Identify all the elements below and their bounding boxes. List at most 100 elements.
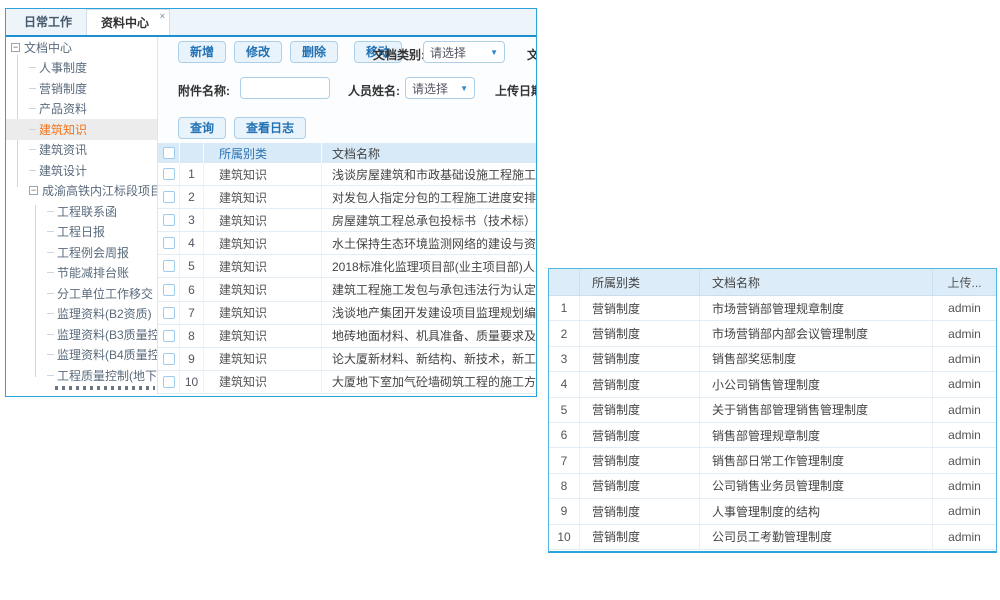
row-number: 8: [549, 474, 580, 498]
row-number: 4: [549, 372, 580, 396]
collapse-icon[interactable]: −: [29, 186, 38, 195]
tree-item[interactable]: − 成渝高铁内江标段项目: [6, 181, 157, 202]
table-row[interactable]: 7 营销制度 销售部日常工作管理制度 admin: [549, 448, 996, 473]
add-button[interactable]: 新增: [178, 41, 226, 63]
row-checkbox-cell: [158, 302, 180, 324]
tree-item[interactable]: 建筑资讯: [6, 140, 157, 161]
chevron-down-icon: ▼: [490, 48, 498, 57]
table-row[interactable]: 9 建筑知识 论大厦新材料、新结构、新技术，新工...: [158, 348, 536, 371]
table-header-row: 所属别类 文档名称: [158, 143, 536, 163]
clipped-doc-label: 文档: [527, 46, 536, 63]
table-row[interactable]: 3 建筑知识 房屋建筑工程总承包投标书（技术标）...: [158, 209, 536, 232]
row-checkbox[interactable]: [163, 307, 175, 319]
window-body: − 文档中心 人事制度 营销制度 产品资料: [6, 37, 536, 394]
tree-item[interactable]: 工程日报: [6, 222, 157, 243]
table-row[interactable]: 3 营销制度 销售部奖惩制度 admin: [549, 347, 996, 372]
row-doc-name: 销售部日常工作管理制度: [700, 448, 933, 472]
table-row[interactable]: 9 营销制度 人事管理制度的结构 admin: [549, 499, 996, 524]
row-uploader: admin: [933, 474, 996, 498]
row-checkbox-cell: [158, 325, 180, 347]
row-checkbox[interactable]: [163, 353, 175, 365]
person-name-select[interactable]: 请选择 ▼: [405, 77, 475, 99]
tab-daily-work[interactable]: 日常工作: [10, 9, 86, 35]
row-checkbox[interactable]: [163, 168, 175, 180]
row-checkbox[interactable]: [163, 284, 175, 296]
row-category: 建筑知识: [204, 186, 322, 208]
row-doc-name: 人事管理制度的结构: [700, 499, 933, 523]
table-row[interactable]: 2 建筑知识 对发包人指定分包的工程施工进度安排...: [158, 186, 536, 209]
tree-item-label: 分工单位工作移交: [57, 285, 153, 302]
row-category: 营销制度: [580, 398, 700, 422]
tree-item-label: 工程联系函: [57, 203, 117, 220]
row-doc-name: 销售部奖惩制度: [700, 347, 933, 371]
tree-item[interactable]: 监理资料(B4质量控制): [6, 345, 157, 366]
table-row[interactable]: 6 建筑知识 建筑工程施工发包与承包违法行为认定...: [158, 278, 536, 301]
row-doc-name: 2018标准化监理项目部(业主项目部)人员...: [322, 255, 536, 277]
row-checkbox[interactable]: [163, 376, 175, 388]
tab-bar: 日常工作 资料中心 ×: [6, 9, 536, 37]
doc-category-select[interactable]: 请选择 ▼: [423, 41, 505, 63]
tree-item-label: 人事制度: [39, 59, 87, 76]
tab-data-center[interactable]: 资料中心 ×: [86, 9, 170, 35]
table-row[interactable]: 5 营销制度 关于销售部管理销售管理制度 admin: [549, 398, 996, 423]
select-all-checkbox[interactable]: [163, 147, 175, 159]
documents-table: 所属别类 文档名称 1 建筑知识 浅谈房屋建筑和市政基础设施工程施工...: [158, 143, 536, 394]
table-row[interactable]: 6 营销制度 销售部管理规章制度 admin: [549, 423, 996, 448]
tree-item[interactable]: 分工单位工作移交: [6, 283, 157, 304]
close-icon[interactable]: ×: [160, 11, 165, 21]
query-button[interactable]: 查询: [178, 117, 226, 139]
tree-item-label: 文档中心: [24, 39, 72, 56]
row-checkbox[interactable]: [163, 260, 175, 272]
view-log-button[interactable]: 查看日志: [234, 117, 306, 139]
delete-button[interactable]: 删除: [290, 41, 338, 63]
tree-item[interactable]: 人事制度: [6, 58, 157, 79]
row-uploader: admin: [933, 448, 996, 472]
tree-item[interactable]: 建筑知识: [6, 119, 157, 140]
tree-item[interactable]: 工程质量控制(地下室): [6, 365, 157, 386]
tree-item-label: 建筑知识: [39, 121, 87, 138]
tree-item[interactable]: 节能减排台账: [6, 263, 157, 284]
table-row[interactable]: 5 建筑知识 2018标准化监理项目部(业主项目部)人员...: [158, 255, 536, 278]
tab-data-center-label: 资料中心: [101, 16, 149, 30]
row-number: 3: [549, 347, 580, 371]
table-row[interactable]: 7 建筑知识 浅谈地产集团开发建设项目监理规划编...: [158, 302, 536, 325]
tree-item[interactable]: 工程联系函: [6, 201, 157, 222]
table-body: 1 营销制度 市场营销部管理规章制度 admin 2 营销制度 市场营销部内部会…: [549, 296, 996, 550]
table-row[interactable]: 1 建筑知识 浅谈房屋建筑和市政基础设施工程施工...: [158, 163, 536, 186]
row-category: 建筑知识: [204, 278, 322, 300]
row-number: 7: [549, 448, 580, 472]
tree-item[interactable]: 监理资料(B3质量控制): [6, 324, 157, 345]
edit-button[interactable]: 修改: [234, 41, 282, 63]
row-doc-name: 建筑工程施工发包与承包违法行为认定...: [322, 278, 536, 300]
tree-item[interactable]: − 文档中心: [6, 37, 157, 58]
table-row[interactable]: 8 营销制度 公司销售业务员管理制度 admin: [549, 474, 996, 499]
table-row[interactable]: 2 营销制度 市场营销部内部会议管理制度 admin: [549, 321, 996, 346]
tree-item-label: 工程例会周报: [57, 244, 129, 261]
row-checkbox[interactable]: [163, 191, 175, 203]
search-toolbar: 查询 查看日志: [178, 117, 306, 139]
collapse-icon[interactable]: −: [11, 43, 20, 52]
row-number: 9: [180, 348, 204, 370]
table-row[interactable]: 10 建筑知识 大厦地下室加气砼墙砌筑工程的施工方...: [158, 371, 536, 394]
tree-item[interactable]: 营销制度: [6, 78, 157, 99]
tree-item[interactable]: 监理资料(B2资质): [6, 304, 157, 325]
table-row[interactable]: 10 营销制度 公司员工考勤管理制度 admin: [549, 525, 996, 550]
tree-item-label: 建筑设计: [39, 162, 87, 179]
table-row[interactable]: 8 建筑知识 地砖地面材料、机具准备、质量要求及...: [158, 325, 536, 348]
table-row[interactable]: 1 营销制度 市场营销部管理规章制度 admin: [549, 296, 996, 321]
tree-item[interactable]: 建筑设计: [6, 160, 157, 181]
tree-item[interactable]: 工程例会周报: [6, 242, 157, 263]
header-doc-name: 文档名称: [322, 143, 536, 163]
row-checkbox[interactable]: [163, 214, 175, 226]
row-category: 营销制度: [580, 423, 700, 447]
row-checkbox[interactable]: [163, 237, 175, 249]
table-body: 1 建筑知识 浅谈房屋建筑和市政基础设施工程施工... 2 建筑知识 对发包人指…: [158, 163, 536, 394]
marketing-documents-table: 所属别类 文档名称 上传... 1 营销制度 市场营销部管理规章制度 admin…: [548, 268, 997, 553]
tree-item[interactable]: 产品资料: [6, 99, 157, 120]
table-row[interactable]: 4 营销制度 小公司销售管理制度 admin: [549, 372, 996, 397]
row-checkbox[interactable]: [163, 330, 175, 342]
row-category: 建筑知识: [204, 163, 322, 185]
table-row[interactable]: 4 建筑知识 水土保持生态环境监测网络的建设与资...: [158, 232, 536, 255]
row-number: 5: [180, 255, 204, 277]
attachment-name-input[interactable]: [240, 77, 330, 99]
